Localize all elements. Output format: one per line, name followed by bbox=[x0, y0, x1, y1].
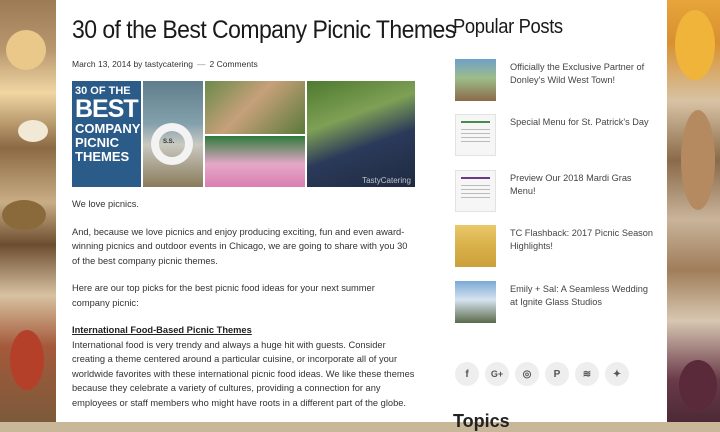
post-title[interactable]: Special Menu for St. Patrick's Day bbox=[510, 116, 653, 129]
instagram-icon[interactable]: ◎ bbox=[515, 362, 539, 386]
section-heading: International Food-Based Picnic Themes bbox=[72, 325, 252, 335]
paragraph-1: We love picnics. bbox=[72, 199, 139, 209]
meta-separator: — bbox=[197, 59, 206, 69]
by-label: by bbox=[133, 59, 143, 69]
rss-icon[interactable]: ≋ bbox=[575, 362, 599, 386]
background-food-left bbox=[0, 0, 56, 422]
title-panel: 30 OF THE BEST COMPANY PICNIC THEMES bbox=[72, 81, 141, 187]
post-date: March 13, 2014 bbox=[72, 59, 132, 69]
section-paragraph: International food is very trendy and al… bbox=[72, 339, 415, 408]
popular-post-item[interactable]: TC Flashback: 2017 Picnic Season Highlig… bbox=[453, 225, 653, 269]
watermark: TastyCatering bbox=[362, 176, 411, 185]
facebook-icon[interactable]: f bbox=[455, 362, 479, 386]
carts-photo bbox=[205, 136, 305, 187]
image-text-line4: PICNIC bbox=[75, 135, 120, 150]
article-body: We love picnics. And, because we love pi… bbox=[72, 197, 415, 410]
popular-post-item[interactable]: Special Menu for St. Patrick's Day bbox=[453, 114, 653, 158]
crowd-photo bbox=[205, 81, 305, 134]
post-thumbnail[interactable] bbox=[455, 170, 496, 212]
social-links: f G+ ◎ P ≋ ✦ bbox=[453, 362, 653, 388]
life-ring-photo: S.S. bbox=[143, 81, 203, 187]
popular-post-item[interactable]: Preview Our 2018 Mardi Gras Menu! bbox=[453, 170, 653, 214]
image-text-line3: COMPANY bbox=[75, 121, 141, 136]
image-text-line5: THEMES bbox=[75, 149, 130, 164]
popular-posts-title: Popular Posts bbox=[453, 16, 563, 38]
sidebar: Popular Posts Officially the Exclusive P… bbox=[453, 0, 653, 431]
article: 30 of the Best Company Picnic Themes Mar… bbox=[72, 0, 456, 410]
popular-post-item[interactable]: Emily + Sal: A Seamless Wedding at Ignit… bbox=[453, 281, 653, 325]
post-title[interactable]: Preview Our 2018 Mardi Gras Menu! bbox=[510, 172, 653, 197]
twitter-icon[interactable]: ✦ bbox=[605, 362, 629, 386]
image-text-line2: BEST bbox=[75, 95, 139, 123]
post-title[interactable]: Officially the Exclusive Partner of Donl… bbox=[510, 61, 653, 86]
post-thumbnail[interactable] bbox=[455, 114, 496, 156]
comments-link[interactable]: 2 Comments bbox=[210, 59, 258, 69]
google-plus-icon[interactable]: G+ bbox=[485, 362, 509, 386]
post-thumbnail[interactable] bbox=[455, 59, 496, 101]
article-meta: March 13, 2014 by tastycatering — 2 Commen… bbox=[72, 59, 415, 69]
post-thumbnail[interactable] bbox=[455, 281, 496, 323]
catering-photo: TastyCatering bbox=[307, 81, 415, 187]
post-title[interactable]: Emily + Sal: A Seamless Wedding at Ignit… bbox=[510, 283, 653, 308]
article-title[interactable]: 30 of the Best Company Picnic Themes bbox=[72, 16, 456, 45]
background-food-right bbox=[667, 0, 720, 422]
life-ring-text: S.S. bbox=[163, 139, 175, 145]
popular-post-item[interactable]: Officially the Exclusive Partner of Donl… bbox=[453, 59, 653, 103]
picnic-photos bbox=[205, 81, 305, 187]
post-title[interactable]: TC Flashback: 2017 Picnic Season Highlig… bbox=[510, 227, 653, 252]
pinterest-icon[interactable]: P bbox=[545, 362, 569, 386]
post-thumbnail[interactable] bbox=[455, 225, 496, 267]
page-content: 30 of the Best Company Picnic Themes Mar… bbox=[56, 0, 667, 431]
author-link[interactable]: tastycatering bbox=[145, 59, 193, 69]
featured-image: 30 OF THE BEST COMPANY PICNIC THEMES S.S… bbox=[72, 81, 415, 187]
paragraph-2: And, because we love picnics and enjoy p… bbox=[72, 226, 408, 266]
paragraph-3: Here are our top picks for the best picn… bbox=[72, 283, 375, 308]
